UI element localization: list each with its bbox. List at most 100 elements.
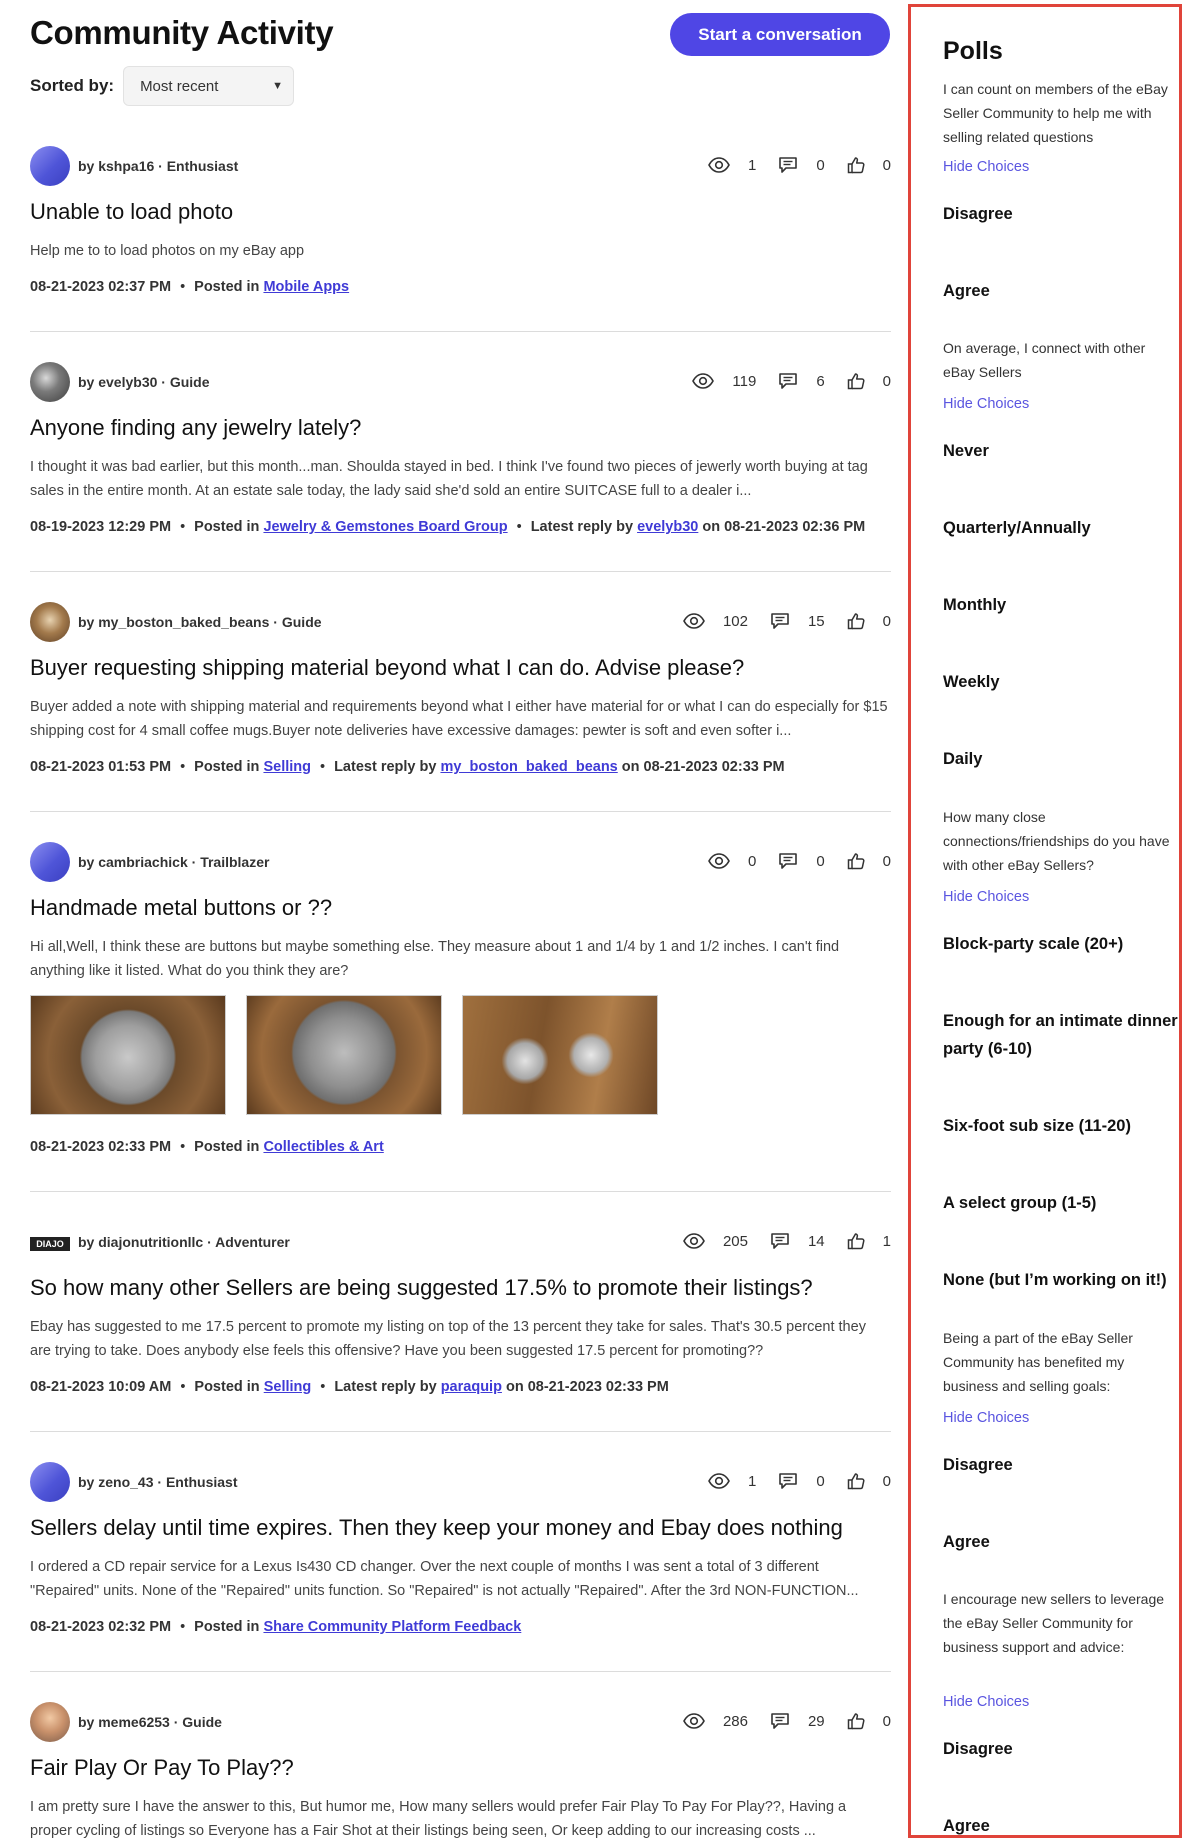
button-photo-thumbnail[interactable]: [30, 995, 226, 1115]
sort-select[interactable]: Most recent ▼: [123, 66, 295, 106]
comment-icon: [770, 1712, 799, 1730]
kudos-stat[interactable]: 0: [847, 372, 891, 390]
poll-choice[interactable]: None (but I’m working on it!): [943, 1266, 1183, 1294]
board-link[interactable]: Selling: [263, 759, 311, 775]
hide-choices-link[interactable]: Hide Choices: [943, 159, 1029, 175]
post-body: I thought it was bad earlier, but this m…: [30, 459, 868, 499]
avatar[interactable]: DIAJO: [30, 1237, 70, 1251]
thumbs-up-icon[interactable]: [847, 1712, 874, 1730]
eye-icon: [708, 1473, 739, 1489]
poll-choice[interactable]: Six-foot sub size (11-20): [943, 1112, 1183, 1140]
replies-count: 0: [816, 156, 825, 174]
poll-choice[interactable]: Disagree: [943, 200, 1183, 228]
polls-sidebar: Polls I can count on members of the eBay…: [908, 4, 1182, 1838]
reply-date: 08-21-2023 02:36 PM: [724, 519, 866, 535]
poll-choice[interactable]: Monthly: [943, 591, 1183, 619]
board-link[interactable]: Collectibles & Art: [263, 1139, 383, 1155]
post-footer: 08-21-2023 02:33 PM • Posted in Collectibl…: [30, 1139, 384, 1155]
views-stat: 119: [692, 373, 756, 390]
post-stats: 0 0 0: [686, 852, 891, 870]
replies-stat: 15: [770, 612, 825, 630]
reply-user-link[interactable]: paraquip: [441, 1379, 502, 1395]
board-link[interactable]: Selling: [264, 1379, 312, 1395]
on-label: on: [702, 519, 721, 535]
hide-choices-link[interactable]: Hide Choices: [943, 1410, 1029, 1426]
post-title[interactable]: So how many other Sellers are being sugg…: [30, 1275, 813, 1301]
kudos-stat[interactable]: 0: [847, 612, 891, 630]
avatar[interactable]: [30, 602, 70, 642]
thumbs-up-icon[interactable]: [847, 156, 874, 174]
thumbs-up-icon[interactable]: [847, 1232, 874, 1250]
poll-choice[interactable]: Quarterly/Annually: [943, 514, 1183, 542]
post-title[interactable]: Sellers delay until time expires. Then t…: [30, 1515, 843, 1541]
post-date: 08-21-2023 02:33 PM: [30, 1139, 172, 1155]
poll-choice[interactable]: Agree: [943, 1528, 1183, 1556]
post-title[interactable]: Buyer requesting shipping material beyon…: [30, 655, 744, 681]
views-count: 1: [747, 156, 757, 174]
kudos-stat[interactable]: 1: [847, 1232, 891, 1250]
poll-choice[interactable]: Never: [943, 437, 1183, 465]
thumbs-up-icon[interactable]: [847, 852, 874, 870]
kudos-stat[interactable]: 0: [847, 1472, 891, 1490]
thumbs-up-icon[interactable]: [847, 1472, 874, 1490]
author-name[interactable]: by kshpa16: [78, 158, 154, 174]
post-meta: by cambriachick · Trailblazer: [30, 842, 269, 882]
author-name[interactable]: by my_boston_baked_beans: [78, 614, 269, 630]
button-photo-thumbnail[interactable]: [246, 995, 442, 1115]
hide-choices-link[interactable]: Hide Choices: [943, 889, 1029, 905]
author-name[interactable]: by diajonutritionllc: [78, 1234, 203, 1250]
eye-icon: [683, 1233, 714, 1249]
author-name[interactable]: by evelyb30: [78, 374, 157, 390]
thumbs-up-icon[interactable]: [847, 612, 874, 630]
poll-question: Being a part of the eBay Seller Communit…: [943, 1330, 1133, 1394]
poll-choice[interactable]: Agree: [943, 277, 1183, 305]
post-body: Hi all,Well, I think these are buttons b…: [30, 939, 840, 979]
posted-in-label: Posted in: [194, 519, 260, 535]
post-stats: 119 6 0: [670, 372, 891, 390]
on-label: on: [505, 1379, 524, 1395]
poll-question: I can count on members of the eBay Selle…: [943, 81, 1168, 145]
avatar[interactable]: [30, 1462, 70, 1502]
image-gallery: [30, 995, 678, 1115]
post-footer: 08-21-2023 01:53 PM • Posted in Selling • La…: [30, 759, 785, 775]
board-link[interactable]: Mobile Apps: [263, 279, 349, 295]
post-title[interactable]: Handmade metal buttons or ??: [30, 895, 332, 921]
reply-user-link[interactable]: my_boston_baked_beans: [440, 759, 617, 775]
button-photo-thumbnail[interactable]: [462, 995, 658, 1115]
reply-user-link[interactable]: evelyb30: [637, 519, 698, 535]
poll-choice[interactable]: Block-party scale (20+): [943, 930, 1183, 958]
replies-stat: 6: [778, 372, 825, 390]
kudos-stat[interactable]: 0: [847, 156, 891, 174]
poll-choice[interactable]: Agree: [943, 1812, 1183, 1840]
author-rank: Enthusiast: [165, 1474, 238, 1490]
post-meta: by zeno_43 · Enthusiast: [30, 1462, 238, 1502]
author-name[interactable]: by meme6253: [78, 1714, 170, 1730]
post-footer: 08-19-2023 12:29 PM • Posted in Jewelry & …: [30, 519, 866, 535]
avatar[interactable]: [30, 362, 70, 402]
hide-choices-link[interactable]: Hide Choices: [943, 396, 1029, 412]
posted-in-label: Posted in: [194, 1379, 260, 1395]
hide-choices-link[interactable]: Hide Choices: [943, 1694, 1029, 1710]
kudos-stat[interactable]: 0: [847, 852, 891, 870]
avatar[interactable]: [30, 1702, 70, 1742]
poll-choice[interactable]: Daily: [943, 745, 1183, 773]
start-conversation-button[interactable]: Start a conversation: [670, 13, 890, 56]
board-link[interactable]: Share Community Platform Feedback: [263, 1619, 521, 1635]
poll-choice[interactable]: Enough for an intimate dinner party (6-1…: [943, 1007, 1183, 1063]
post-title[interactable]: Anyone finding any jewelry lately?: [30, 415, 361, 441]
board-link[interactable]: Jewelry & Gemstones Board Group: [263, 519, 507, 535]
avatar[interactable]: [30, 842, 70, 882]
comment-icon: [778, 156, 807, 174]
poll-choice[interactable]: Weekly: [943, 668, 1183, 696]
kudos-stat[interactable]: 0: [847, 1712, 891, 1730]
post-title[interactable]: Fair Play Or Pay To Play??: [30, 1755, 294, 1781]
post-title[interactable]: Unable to load photo: [30, 199, 233, 225]
author-name[interactable]: by cambriachick: [78, 854, 188, 870]
avatar[interactable]: [30, 146, 70, 186]
replies-count: 29: [807, 1712, 825, 1730]
poll-choice[interactable]: Disagree: [943, 1451, 1183, 1479]
poll-choice[interactable]: A select group (1-5): [943, 1189, 1183, 1217]
thumbs-up-icon[interactable]: [847, 372, 874, 390]
author-name[interactable]: by zeno_43: [78, 1474, 153, 1490]
poll-choice[interactable]: Disagree: [943, 1735, 1183, 1763]
